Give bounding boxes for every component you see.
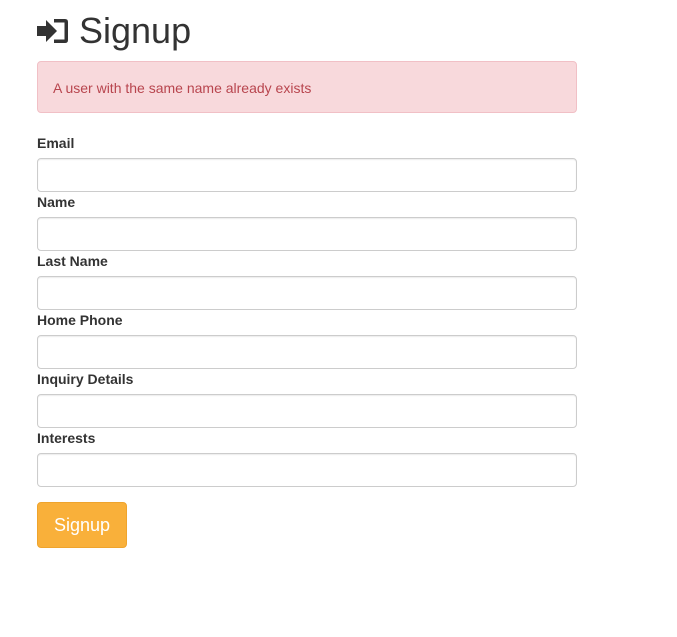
- last-name-label: Last Name: [37, 253, 108, 269]
- home-phone-field[interactable]: [37, 335, 577, 369]
- signup-button[interactable]: Signup: [37, 502, 127, 548]
- email-field[interactable]: [37, 158, 577, 192]
- name-field[interactable]: [37, 217, 577, 251]
- interests-label: Interests: [37, 430, 96, 446]
- inquiry-details-field[interactable]: [37, 394, 577, 428]
- last-name-field[interactable]: [37, 276, 577, 310]
- name-label: Name: [37, 194, 76, 210]
- interests-field[interactable]: [37, 453, 577, 487]
- error-alert: A user with the same name already exists: [37, 61, 577, 113]
- inquiry-details-label: Inquiry Details: [37, 371, 134, 387]
- email-label: Email: [37, 135, 75, 151]
- home-phone-label: Home Phone: [37, 312, 123, 328]
- page-header: Signup: [37, 8, 191, 54]
- page-title: Signup: [79, 10, 192, 51]
- sign-in-icon: [37, 17, 70, 45]
- error-alert-message: A user with the same name already exists: [53, 80, 312, 96]
